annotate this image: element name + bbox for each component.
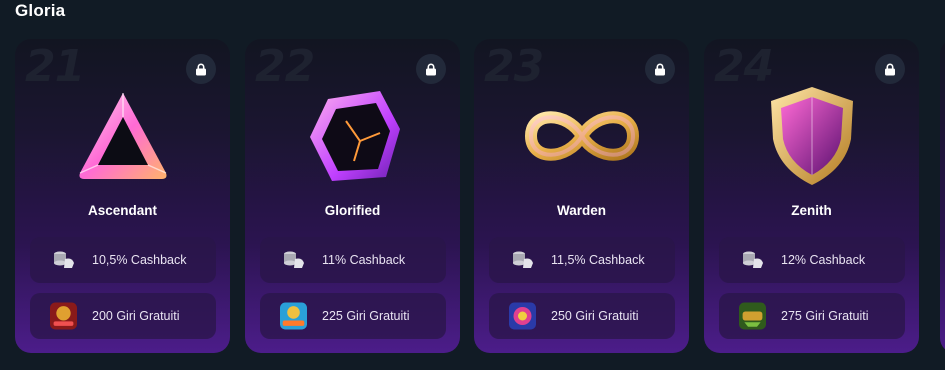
cashback-perk: 12% Cashback — [719, 237, 905, 283]
section-title: Gloria — [15, 1, 66, 20]
free-spins-perk: 250 Giri Gratuiti — [489, 293, 675, 339]
level-name: Warden — [556, 203, 606, 218]
vip-card-glorified[interactable]: 22 Glorified 11% Cashback 225 Giri Gratu… — [245, 39, 460, 353]
infinity-icon — [517, 81, 647, 191]
triangle-gem-icon — [58, 81, 188, 191]
lock-icon — [186, 54, 216, 84]
vip-card-warden[interactable]: 23 Warden 11,5% Cashback 250 Giri Gratui… — [474, 39, 689, 353]
free-spins-text: 225 Giri Gratuiti — [322, 309, 410, 323]
lock-icon — [416, 54, 446, 84]
lock-icon — [645, 54, 675, 84]
vip-card-ascendant[interactable]: 21 Ascendant 10,5% Cashback 200 Giri Gra… — [15, 39, 230, 353]
free-spins-perk: 275 Giri Gratuiti — [719, 293, 905, 339]
cashback-perk: 11% Cashback — [260, 237, 446, 283]
free-spins-text: 250 Giri Gratuiti — [551, 309, 639, 323]
game-thumbnail-icon — [280, 302, 307, 330]
free-spins-perk: 225 Giri Gratuiti — [260, 293, 446, 339]
level-name: Glorified — [324, 203, 381, 218]
next-card-peek[interactable] — [940, 39, 945, 353]
free-spins-text: 275 Giri Gratuiti — [781, 309, 869, 323]
game-thumbnail-icon — [50, 302, 77, 330]
level-name: Ascendant — [87, 203, 158, 218]
lock-icon — [875, 54, 905, 84]
cashback-text: 11% Cashback — [322, 253, 406, 267]
cashback-perk: 10,5% Cashback — [30, 237, 216, 283]
shield-icon — [747, 81, 877, 191]
free-spins-perk: 200 Giri Gratuiti — [30, 293, 216, 339]
cashback-icon — [509, 247, 536, 274]
cashback-text: 10,5% Cashback — [92, 253, 187, 267]
cashback-icon — [739, 247, 766, 274]
game-thumbnail-icon — [739, 302, 766, 330]
vip-level-cards: 21 Ascendant 10,5% Cashback 200 Giri Gra… — [15, 39, 945, 354]
cashback-text: 11,5% Cashback — [551, 253, 645, 267]
game-thumbnail-icon — [509, 302, 536, 330]
vip-card-zenith[interactable]: 24 Zenith 12% Cashback 275 Giri Gratuiti — [704, 39, 919, 353]
crystal-rock-icon — [288, 81, 418, 191]
cashback-text: 12% Cashback — [781, 253, 866, 267]
free-spins-text: 200 Giri Gratuiti — [92, 309, 180, 323]
cashback-icon — [50, 247, 77, 274]
level-name: Zenith — [791, 203, 832, 218]
cashback-perk: 11,5% Cashback — [489, 237, 675, 283]
cashback-icon — [280, 247, 307, 274]
